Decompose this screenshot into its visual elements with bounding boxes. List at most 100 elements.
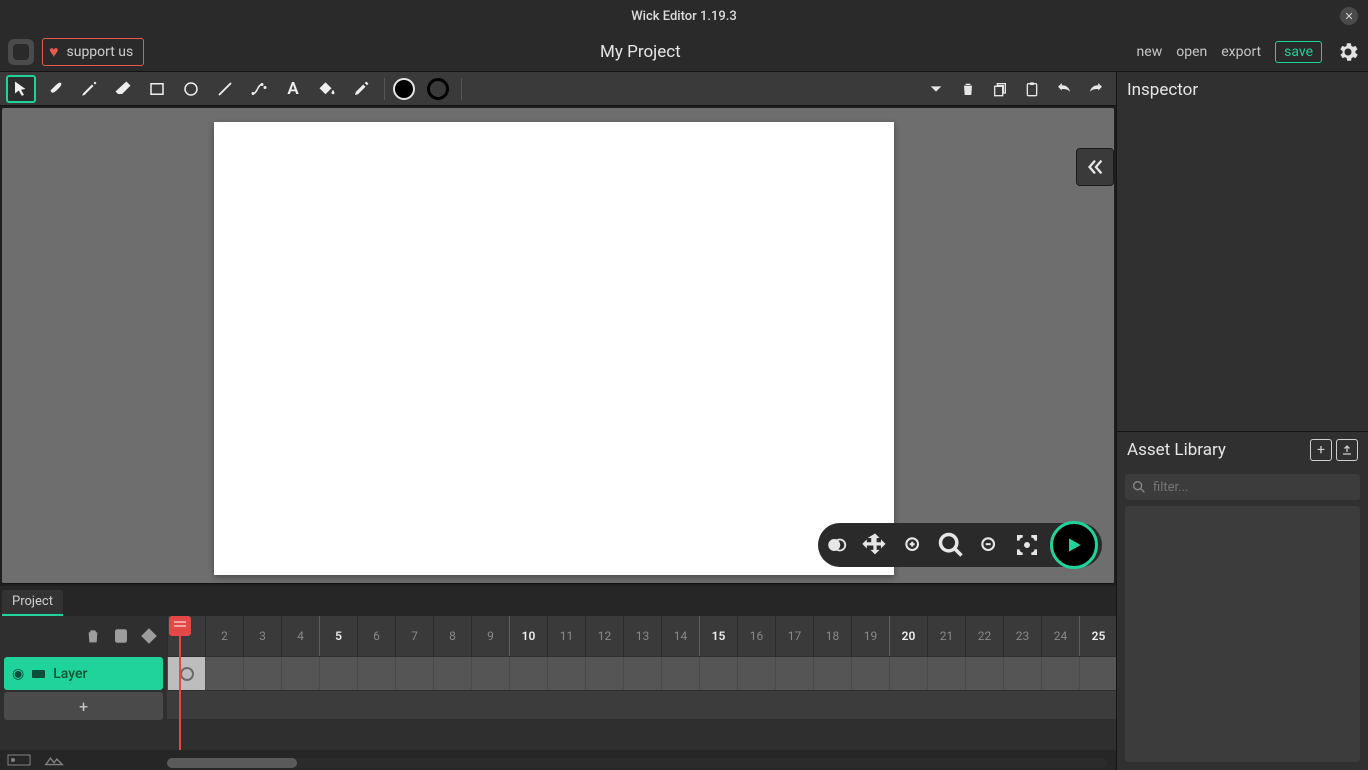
asset-filter-input[interactable] — [1125, 474, 1360, 500]
frame-cell[interactable] — [1003, 657, 1041, 690]
stroke-color-swatch[interactable] — [423, 75, 453, 103]
layer-row[interactable]: ◉ Layer — [4, 657, 163, 690]
frame-cell[interactable] — [509, 657, 547, 690]
frame-cell[interactable] — [889, 657, 927, 690]
ruler-tick[interactable]: 9 — [471, 616, 509, 656]
ruler-tick[interactable]: 10 — [509, 616, 547, 656]
cursor-tool[interactable] — [6, 75, 36, 103]
frame-cell[interactable] — [281, 657, 319, 690]
frames-row[interactable] — [167, 657, 1116, 690]
delete-button[interactable] — [954, 75, 982, 103]
ruler-tick[interactable]: 16 — [737, 616, 775, 656]
ruler-tick[interactable]: 3 — [243, 616, 281, 656]
zoom-button[interactable] — [932, 526, 970, 564]
frame-cell[interactable] — [243, 657, 281, 690]
paste-button[interactable] — [1018, 75, 1046, 103]
add-asset-button[interactable]: + — [1310, 439, 1332, 461]
ruler-tick[interactable]: 19 — [851, 616, 889, 656]
recenter-button[interactable] — [1008, 526, 1046, 564]
ruler-tick[interactable]: 4 — [281, 616, 319, 656]
ruler-tick[interactable]: 2 — [205, 616, 243, 656]
frame-cell[interactable] — [205, 657, 243, 690]
support-us-button[interactable]: ♥ support us — [42, 38, 144, 66]
ruler-tick[interactable]: 12 — [585, 616, 623, 656]
undo-button[interactable] — [1050, 75, 1078, 103]
frame-cell[interactable] — [585, 657, 623, 690]
window-close-button[interactable]: ✕ — [1340, 7, 1358, 25]
brush-tool[interactable] — [40, 75, 70, 103]
line-tool[interactable] — [210, 75, 240, 103]
keyframe-cell[interactable] — [167, 657, 205, 690]
ruler-tick[interactable]: 17 — [775, 616, 813, 656]
frame-cell[interactable] — [775, 657, 813, 690]
fill-color-swatch[interactable] — [389, 75, 419, 103]
frame-cell[interactable] — [1041, 657, 1079, 690]
ruler-tick[interactable]: 15 — [699, 616, 737, 656]
selection-dropdown[interactable] — [922, 75, 950, 103]
frame-cell[interactable] — [319, 657, 357, 690]
frame-cell[interactable] — [699, 657, 737, 690]
copy-button[interactable] — [986, 75, 1014, 103]
frame-cell[interactable] — [851, 657, 889, 690]
timeline-ruler[interactable]: 2345678910111213141516171819202122232425 — [167, 616, 1116, 656]
menu-export[interactable]: export — [1221, 44, 1261, 60]
onion-skin-button[interactable] — [822, 530, 852, 560]
frame-cell[interactable] — [395, 657, 433, 690]
collapse-panels-button[interactable] — [1076, 148, 1114, 186]
ruler-tick[interactable]: 13 — [623, 616, 661, 656]
timeline-view-mode-button[interactable] — [6, 754, 32, 766]
add-tween-button[interactable] — [137, 624, 161, 648]
pan-button[interactable] — [856, 526, 894, 564]
menu-new[interactable]: new — [1137, 44, 1163, 60]
layer-visibility-icon[interactable]: ◉ — [12, 666, 24, 682]
ruler-tick[interactable]: 24 — [1041, 616, 1079, 656]
ruler-tick[interactable]: 21 — [927, 616, 965, 656]
redo-button[interactable] — [1082, 75, 1110, 103]
path-tool[interactable] — [244, 75, 274, 103]
canvas[interactable] — [214, 122, 894, 575]
add-layer-button[interactable]: + — [4, 692, 163, 720]
frame-cell[interactable] — [661, 657, 699, 690]
frame-cell[interactable] — [813, 657, 851, 690]
app-logo[interactable] — [8, 39, 34, 65]
settings-button[interactable] — [1336, 40, 1360, 64]
eraser-tool[interactable] — [108, 75, 138, 103]
zoom-out-button[interactable] — [974, 530, 1004, 560]
ellipse-tool[interactable] — [176, 75, 206, 103]
ruler-tick[interactable]: 5 — [319, 616, 357, 656]
ruler-tick[interactable]: 25 — [1079, 616, 1116, 656]
asset-list[interactable] — [1125, 506, 1360, 762]
timeline-scrollbar[interactable] — [167, 758, 1107, 768]
zoom-in-button[interactable] — [898, 530, 928, 560]
timeline-onion-button[interactable] — [42, 754, 68, 766]
ruler-tick[interactable]: 23 — [1003, 616, 1041, 656]
ruler-tick[interactable]: 8 — [433, 616, 471, 656]
project-title[interactable]: My Project — [144, 42, 1136, 62]
layer-lock-icon[interactable] — [32, 670, 45, 678]
frame-cell[interactable] — [965, 657, 1003, 690]
ruler-tick[interactable]: 22 — [965, 616, 1003, 656]
frame-cell[interactable] — [623, 657, 661, 690]
frame-cell[interactable] — [471, 657, 509, 690]
menu-open[interactable]: open — [1176, 44, 1207, 60]
frame-cell[interactable] — [737, 657, 775, 690]
add-keyframe-button[interactable] — [109, 624, 133, 648]
delete-frame-button[interactable] — [81, 624, 105, 648]
ruler-tick[interactable]: 14 — [661, 616, 699, 656]
upload-asset-button[interactable] — [1336, 439, 1358, 461]
timeline-track-area[interactable]: 2345678910111213141516171819202122232425 — [167, 616, 1116, 750]
canvas-area[interactable] — [2, 108, 1114, 584]
frame-cell[interactable] — [357, 657, 395, 690]
ruler-tick[interactable]: 6 — [357, 616, 395, 656]
ruler-tick[interactable]: 7 — [395, 616, 433, 656]
frame-cell[interactable] — [1079, 657, 1116, 690]
frame-cell[interactable] — [547, 657, 585, 690]
save-button[interactable]: save — [1275, 41, 1322, 63]
playhead[interactable] — [169, 616, 193, 640]
pencil-tool[interactable] — [74, 75, 104, 103]
eyedropper-tool[interactable] — [346, 75, 376, 103]
scrollbar-thumb[interactable] — [167, 758, 297, 768]
frame-cell[interactable] — [927, 657, 965, 690]
play-button[interactable] — [1050, 521, 1098, 569]
fill-bucket-tool[interactable] — [312, 75, 342, 103]
